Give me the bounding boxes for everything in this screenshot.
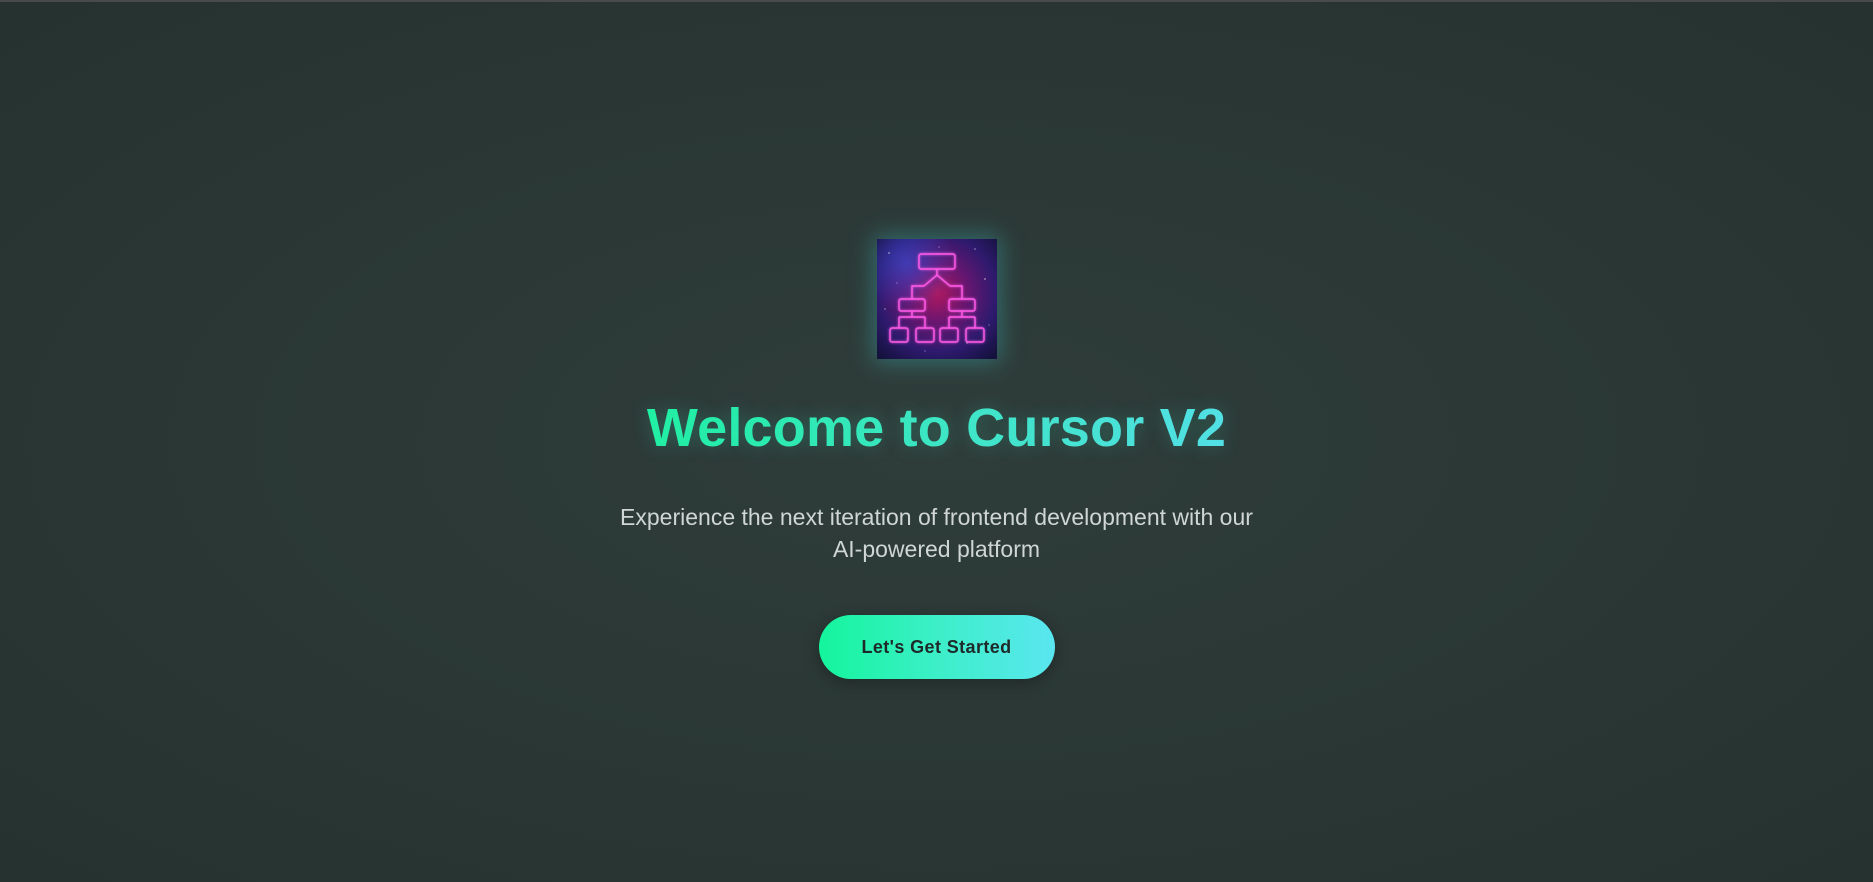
network-hierarchy-icon [876,239,997,359]
hero-subtitle: Experience the next iteration of fronten… [620,504,1253,562]
hero-section: Welcome to Cursor V2 Experience the next… [0,2,1873,882]
get-started-button[interactable]: Let's Get Started [818,615,1055,679]
page-title: Welcome to Cursor V2 [647,395,1226,461]
